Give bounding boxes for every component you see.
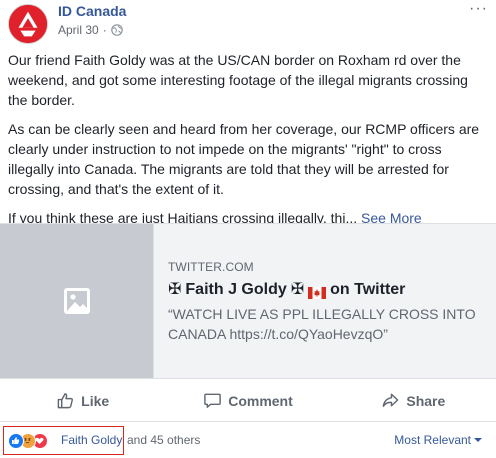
link-title-suffix: on Twitter xyxy=(330,281,406,298)
cross-symbol: ✠ xyxy=(290,281,305,298)
share-label: Share xyxy=(406,392,446,409)
cross-symbol: ✠ xyxy=(168,281,182,298)
comment-label: Comment xyxy=(228,392,293,409)
post-paragraph-2: As can be clearly seen and heard from he… xyxy=(8,121,480,197)
image-placeholder-icon xyxy=(63,287,91,315)
like-label: Like xyxy=(81,392,110,409)
post-paragraph-1: Our friend Faith Goldy was at the US/CAN… xyxy=(8,52,468,108)
share-arrow-icon xyxy=(381,391,400,410)
post-header: ID Canada April 30 · ··· xyxy=(0,0,496,44)
sort-label: Most Relevant xyxy=(394,433,471,447)
comment-icon xyxy=(203,391,222,410)
comment-button[interactable]: Comment xyxy=(165,380,330,421)
link-thumbnail[interactable] xyxy=(0,224,154,378)
post-meta: April 30 · xyxy=(58,23,123,37)
reactions-bar: Faith Goldy and 45 others Most Relevant xyxy=(0,424,496,456)
caret-down-icon xyxy=(474,438,482,442)
post-date[interactable]: April 30 xyxy=(58,23,99,37)
comment-sort-dropdown[interactable]: Most Relevant xyxy=(394,433,482,447)
page-name[interactable]: ID Canada xyxy=(58,3,126,19)
link-body: TWITTER.COM ✠ Faith J Goldy ✠ on Twitter… xyxy=(168,260,488,344)
post-actions: Like Comment Share xyxy=(0,380,496,422)
reaction-icons[interactable] xyxy=(8,433,48,449)
page-avatar[interactable] xyxy=(8,4,48,44)
link-domain: TWITTER.COM xyxy=(168,260,254,274)
share-button[interactable]: Share xyxy=(331,380,496,421)
globe-icon[interactable] xyxy=(110,24,123,36)
link-title[interactable]: ✠ Faith J Goldy ✠ on Twitter xyxy=(168,279,488,301)
meta-separator: · xyxy=(102,23,107,37)
more-options-icon[interactable]: ··· xyxy=(469,1,488,17)
canada-flag-icon xyxy=(308,284,327,299)
like-button[interactable]: Like xyxy=(0,380,165,421)
link-preview-card[interactable]: TWITTER.COM ✠ Faith J Goldy ✠ on Twitter… xyxy=(0,223,496,379)
id-logo-icon xyxy=(9,5,47,43)
link-title-name: Faith J Goldy xyxy=(185,281,287,298)
link-description: “WATCH LIVE AS PPL ILLEGALLY CROSS INTO … xyxy=(168,306,476,342)
reactor-others-link[interactable]: and 45 others xyxy=(127,433,200,447)
thumbs-up-icon xyxy=(56,391,75,410)
post-text: Our friend Faith Goldy was at the US/CAN… xyxy=(8,50,490,237)
like-reaction-icon xyxy=(8,433,24,449)
reactor-name-link[interactable]: Faith Goldy xyxy=(61,433,122,447)
